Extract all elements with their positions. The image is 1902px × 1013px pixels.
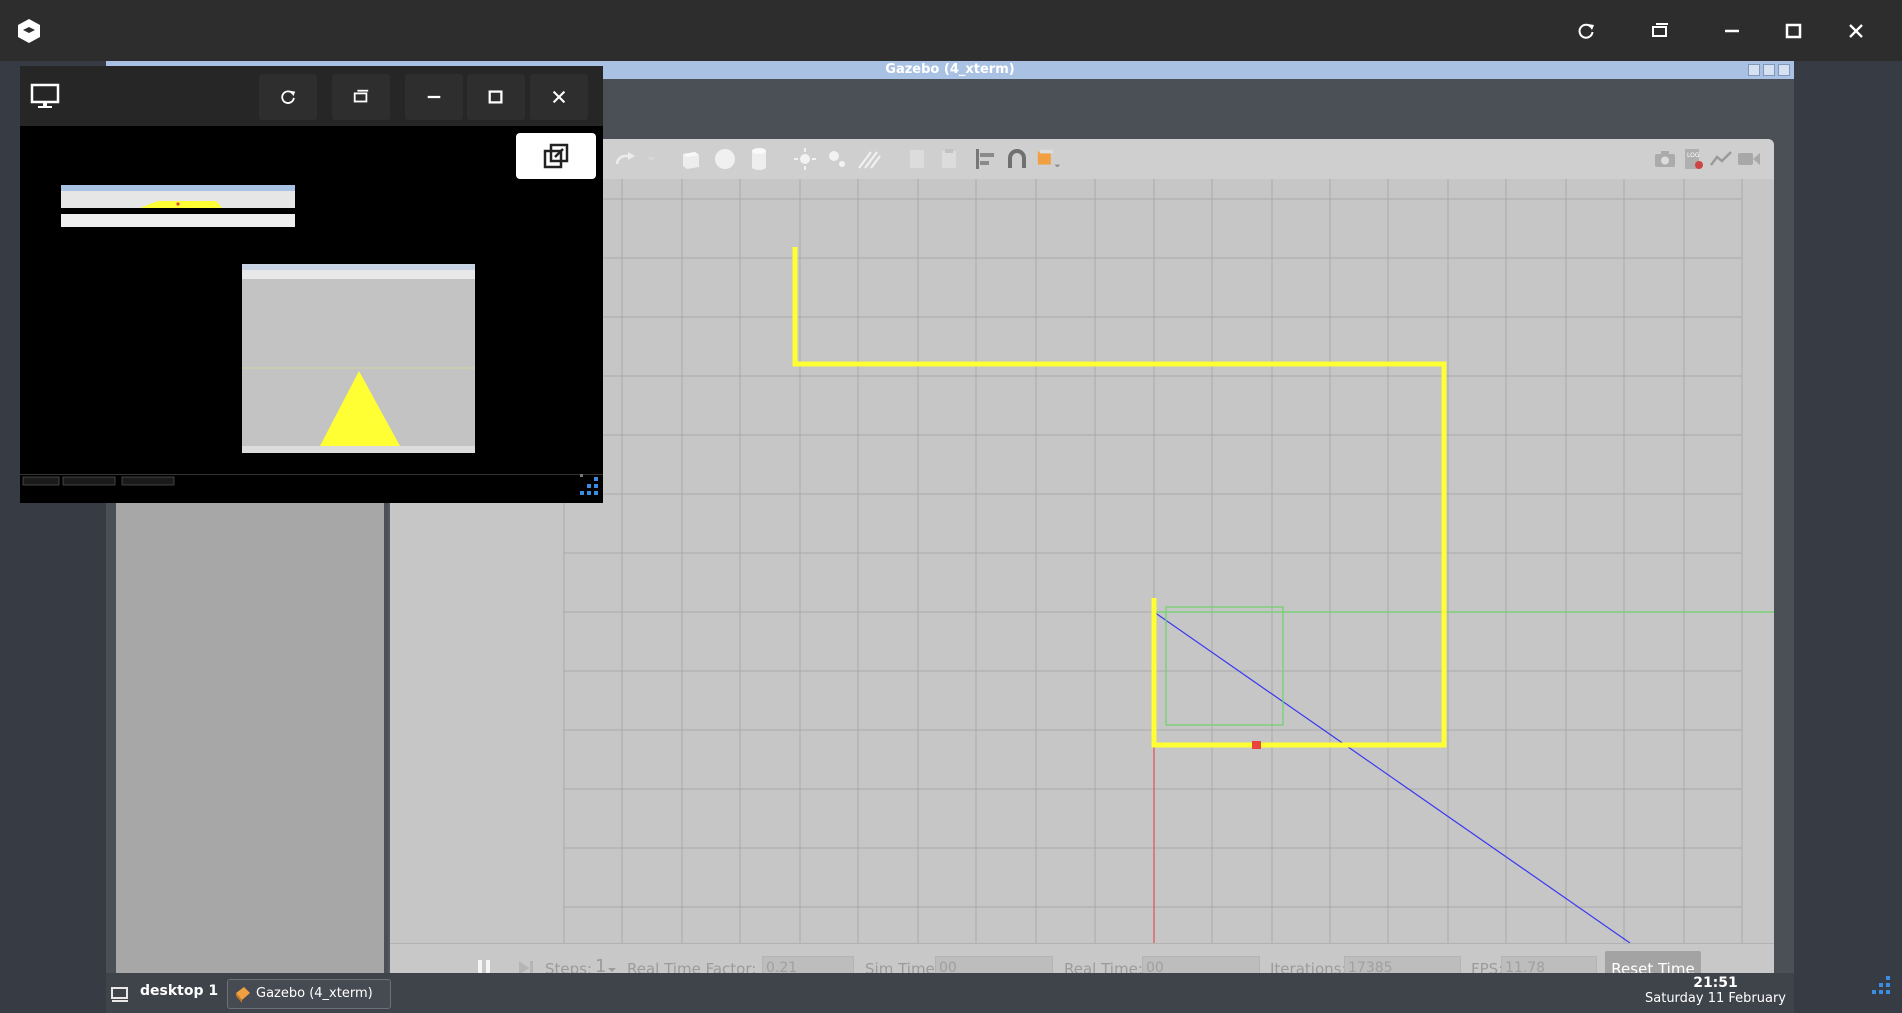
point-light-icon[interactable] [824, 147, 850, 171]
svg-text:LOG: LOG [1687, 152, 1700, 159]
sphere-icon[interactable] [712, 147, 738, 171]
box-icon[interactable] [678, 147, 704, 171]
minimize-icon[interactable] [405, 74, 463, 120]
window-buttons [1748, 64, 1790, 76]
task-gazebo-label: Gazebo (4_xterm) [256, 986, 373, 1001]
color-icon[interactable] [1036, 147, 1062, 171]
monitor-icon [30, 82, 60, 114]
close-icon[interactable] [1778, 64, 1790, 76]
clock-date: Saturday 11 February [1645, 991, 1786, 1006]
redo-icon[interactable] [612, 147, 638, 171]
refresh-icon[interactable] [1563, 12, 1609, 50]
taskbar: desktop 1 Gazebo (4_xterm) 21:51 Saturda… [106, 973, 1794, 1013]
copy-icon[interactable] [904, 147, 930, 171]
spot-light-icon[interactable] [856, 147, 882, 171]
desktop-icon[interactable] [110, 985, 130, 1003]
minimize-icon[interactable] [1748, 64, 1760, 76]
cylinder-icon[interactable] [746, 147, 772, 171]
workspace-label[interactable]: desktop 1 [140, 983, 218, 999]
minimize-icon[interactable] [1709, 12, 1755, 50]
grid-icon[interactable] [1870, 976, 1894, 1000]
close-icon[interactable] [1833, 12, 1879, 50]
log-icon[interactable]: LOG [1680, 147, 1706, 171]
restore-icon[interactable] [1637, 12, 1683, 50]
sun-icon[interactable] [792, 147, 818, 171]
window-title: Gazebo (4_xterm) [885, 62, 1015, 77]
outer-right-margin [1794, 61, 1902, 1013]
redo-dropdown-icon[interactable] [638, 147, 664, 171]
paste-icon[interactable] [936, 147, 962, 171]
vnc-preview-window [20, 66, 603, 503]
maximize-icon[interactable] [1771, 12, 1817, 50]
maximize-icon[interactable] [1763, 64, 1775, 76]
refresh-icon[interactable] [259, 74, 317, 120]
plot-icon[interactable] [1708, 147, 1734, 171]
close-icon[interactable] [530, 74, 588, 120]
clock-time: 21:51 [1693, 975, 1738, 991]
remote-screen-thumbnail[interactable] [20, 126, 603, 503]
gazebo-app-icon [236, 987, 250, 1003]
restore-icon[interactable] [332, 74, 390, 120]
camera-icon[interactable] [1652, 147, 1678, 171]
app-cube-icon [6, 12, 52, 50]
outer-window-bar [0, 0, 1902, 61]
maximize-icon[interactable] [467, 74, 525, 120]
vnc-preview-header [20, 66, 603, 126]
clock: 21:51 Saturday 11 February [1645, 975, 1786, 1006]
magnet-icon[interactable] [1004, 147, 1030, 171]
align-icon[interactable] [972, 147, 998, 171]
task-gazebo[interactable]: Gazebo (4_xterm) [227, 979, 391, 1009]
video-icon[interactable] [1736, 147, 1762, 171]
